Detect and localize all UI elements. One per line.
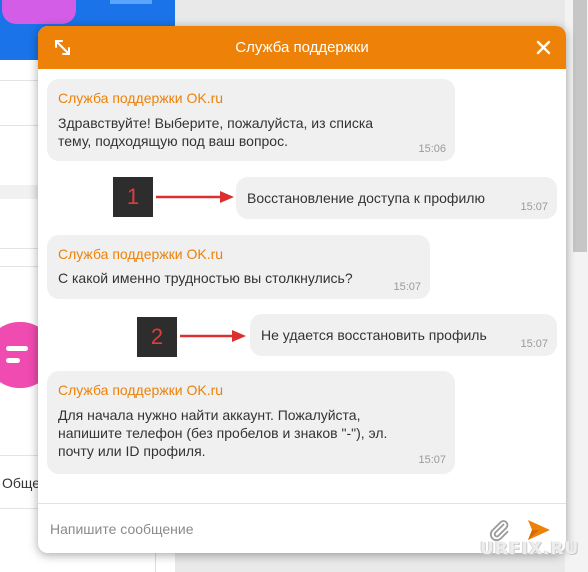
watermark-text: URFIX.RU bbox=[480, 539, 580, 559]
fab-line bbox=[6, 346, 28, 351]
annotation-badge: 1 bbox=[113, 177, 153, 217]
message-time: 15:07 bbox=[520, 338, 548, 350]
support-message: Служба поддержки OK.ru С какой именно тр… bbox=[47, 235, 430, 299]
message-line: С какой именно трудностью вы столкнулись… bbox=[58, 270, 353, 286]
message-input[interactable] bbox=[50, 517, 480, 541]
message-text: Не удается восстановить профиль bbox=[261, 327, 487, 343]
support-chat-widget: Служба поддержки Служба поддержки OK.ru … bbox=[38, 26, 566, 553]
page-scrollbar[interactable] bbox=[573, 0, 587, 252]
message-time: 15:07 bbox=[393, 281, 421, 293]
user-message: Восстановление доступа к профилю 15:07 bbox=[236, 177, 557, 219]
message-time: 15:06 bbox=[418, 143, 446, 155]
background-blue-icon bbox=[110, 0, 152, 4]
sender-name: Служба поддержки OK.ru bbox=[58, 246, 224, 262]
message-text: Восстановление доступа к профилю bbox=[247, 190, 485, 206]
message-line: Здравствуйте! Выберите, пожалуйста, из с… bbox=[58, 115, 374, 131]
send-icon[interactable] bbox=[527, 519, 551, 541]
sender-name: Служба поддержки OK.ru bbox=[58, 90, 224, 106]
fab-line bbox=[6, 358, 20, 363]
chat-header: Служба поддержки bbox=[38, 26, 566, 69]
sender-name: Служба поддержки OK.ru bbox=[58, 382, 224, 398]
close-icon[interactable] bbox=[535, 39, 552, 56]
background-pink-shape bbox=[2, 0, 76, 24]
message-list[interactable]: Служба поддержки OK.ru Здравствуйте! Выб… bbox=[38, 69, 566, 503]
support-message: Служба поддержки OK.ru Для начала нужно … bbox=[47, 371, 455, 474]
message-line: Для начала нужно найти аккаунт. Пожалуйс… bbox=[58, 407, 361, 423]
message-text: Здравствуйте! Выберите, пожалуйста, из с… bbox=[58, 114, 373, 150]
message-text: С какой именно трудностью вы столкнулись… bbox=[58, 269, 353, 287]
user-message: Не удается восстановить профиль 15:07 bbox=[250, 314, 557, 356]
message-line: напишите телефон (без пробелов и знаков … bbox=[58, 425, 388, 441]
background-partial-text: Обще bbox=[2, 475, 41, 491]
message-line: почту или ID профиля. bbox=[58, 443, 206, 459]
annotation-badge: 2 bbox=[137, 317, 177, 357]
annotation-arrow-icon bbox=[180, 330, 246, 342]
chat-title: Служба поддержки bbox=[235, 39, 369, 56]
annotation-arrow-icon bbox=[156, 191, 234, 203]
message-time: 15:07 bbox=[520, 201, 548, 213]
message-line: тему, подходящую под ваш вопрос. bbox=[58, 133, 288, 149]
message-time: 15:07 bbox=[418, 454, 446, 466]
support-message: Служба поддержки OK.ru Здравствуйте! Выб… bbox=[47, 79, 455, 161]
message-text: Для начала нужно найти аккаунт. Пожалуйс… bbox=[58, 406, 387, 460]
